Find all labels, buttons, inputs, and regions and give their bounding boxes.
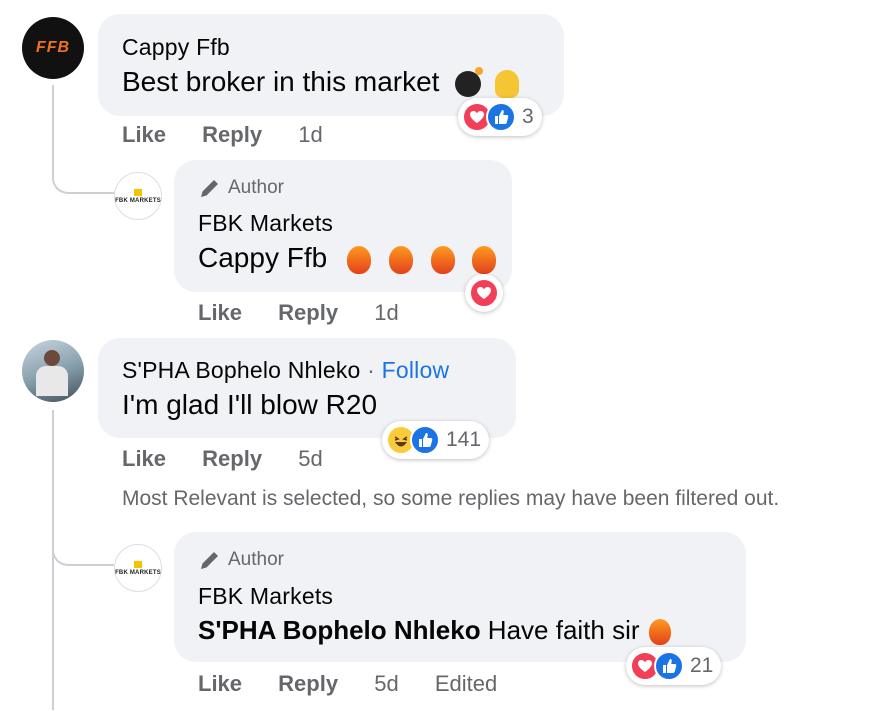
comment-actions: Like Reply 1d — [198, 300, 429, 326]
avatar[interactable]: FBK MARKETS — [114, 544, 162, 592]
bomb-icon — [455, 66, 484, 97]
fire-icon — [472, 245, 497, 274]
reply-button[interactable]: Reply — [202, 446, 262, 471]
pencil-icon — [201, 552, 218, 569]
like-reaction-icon — [654, 651, 684, 681]
reaction-summary[interactable]: 21 — [626, 647, 722, 685]
comment-text: Have faith sir — [480, 615, 640, 645]
fire-icon — [430, 245, 455, 274]
timestamp[interactable]: 1d — [374, 300, 398, 325]
reaction-count: 21 — [690, 654, 714, 677]
separator: · — [367, 357, 375, 383]
avatar-label: FBK MARKETS — [115, 197, 161, 204]
timestamp[interactable]: 5d — [374, 671, 398, 696]
comment-text-row: S'PHA Bophelo Nhleko Have faith sir — [198, 615, 671, 646]
comment-actions: Like Reply 5d Edited — [198, 671, 527, 697]
reaction-summary[interactable]: 141 — [382, 421, 490, 459]
author-badge-label: Author — [228, 549, 284, 570]
like-reaction-icon — [410, 425, 440, 455]
thread-connector — [52, 168, 114, 194]
reaction-summary[interactable] — [465, 274, 503, 312]
avatar[interactable] — [22, 340, 84, 402]
like-button[interactable]: Like — [198, 300, 242, 325]
comment-author[interactable]: FBK Markets — [198, 583, 333, 610]
person-icon — [44, 350, 60, 366]
mention-link[interactable]: Cappy Ffb — [198, 242, 327, 273]
like-button[interactable]: Like — [122, 122, 166, 147]
avatar-label: FFB — [35, 39, 71, 56]
comment-text: Best broker in this market — [122, 66, 440, 97]
like-button[interactable]: Like — [198, 671, 242, 696]
thread-line — [52, 85, 54, 180]
avatar-label: FBK MARKETS — [115, 569, 161, 576]
comment-author[interactable]: Cappy Ffb — [122, 34, 230, 61]
reaction-summary[interactable]: 3 — [458, 98, 542, 136]
thread-line — [52, 410, 54, 710]
comment-text: I'm glad I'll blow R20 — [122, 389, 378, 420]
person-body — [36, 366, 68, 396]
like-reaction-icon — [486, 102, 516, 132]
comment-text-row: Best broker in this market — [122, 66, 520, 98]
author-badge: Author — [198, 548, 284, 572]
comment-actions: Like Reply 1d — [122, 122, 353, 148]
edited-label: Edited — [434, 671, 498, 696]
fbk-logo-mark — [134, 188, 142, 196]
comment-author[interactable]: S'PHA Bophelo Nhleko — [122, 357, 361, 383]
thread-connector — [52, 540, 114, 566]
reply-button[interactable]: Reply — [202, 122, 262, 147]
filter-notice: Most Relevant is selected, so some repli… — [122, 487, 780, 510]
love-reaction-icon — [469, 278, 499, 308]
comment-text-row: Cappy Ffb — [198, 242, 497, 274]
avatar[interactable]: FBK MARKETS — [114, 172, 162, 220]
fire-icon — [388, 245, 413, 274]
comment-author[interactable]: FBK Markets — [198, 210, 333, 237]
comment-author-row: S'PHA Bophelo Nhleko · Follow — [122, 357, 449, 384]
like-button[interactable]: Like — [122, 446, 166, 471]
comment-actions: Like Reply 5d — [122, 446, 353, 472]
author-badge: Author — [198, 176, 284, 200]
reply-button[interactable]: Reply — [278, 300, 338, 325]
fire-icon — [346, 245, 371, 274]
fbk-logo-mark — [134, 560, 142, 568]
reaction-count: 3 — [522, 105, 534, 128]
reaction-count: 141 — [446, 428, 482, 451]
fire-icon — [648, 619, 671, 646]
follow-button[interactable]: Follow — [382, 357, 450, 383]
pinching-hand-icon — [495, 69, 520, 98]
timestamp[interactable]: 5d — [298, 446, 322, 471]
mention-link[interactable]: S'PHA Bophelo Nhleko — [198, 615, 481, 645]
pencil-icon — [201, 180, 218, 197]
author-badge-label: Author — [228, 177, 284, 198]
reply-button[interactable]: Reply — [278, 671, 338, 696]
timestamp[interactable]: 1d — [298, 122, 322, 147]
avatar[interactable]: FFB — [22, 17, 84, 79]
